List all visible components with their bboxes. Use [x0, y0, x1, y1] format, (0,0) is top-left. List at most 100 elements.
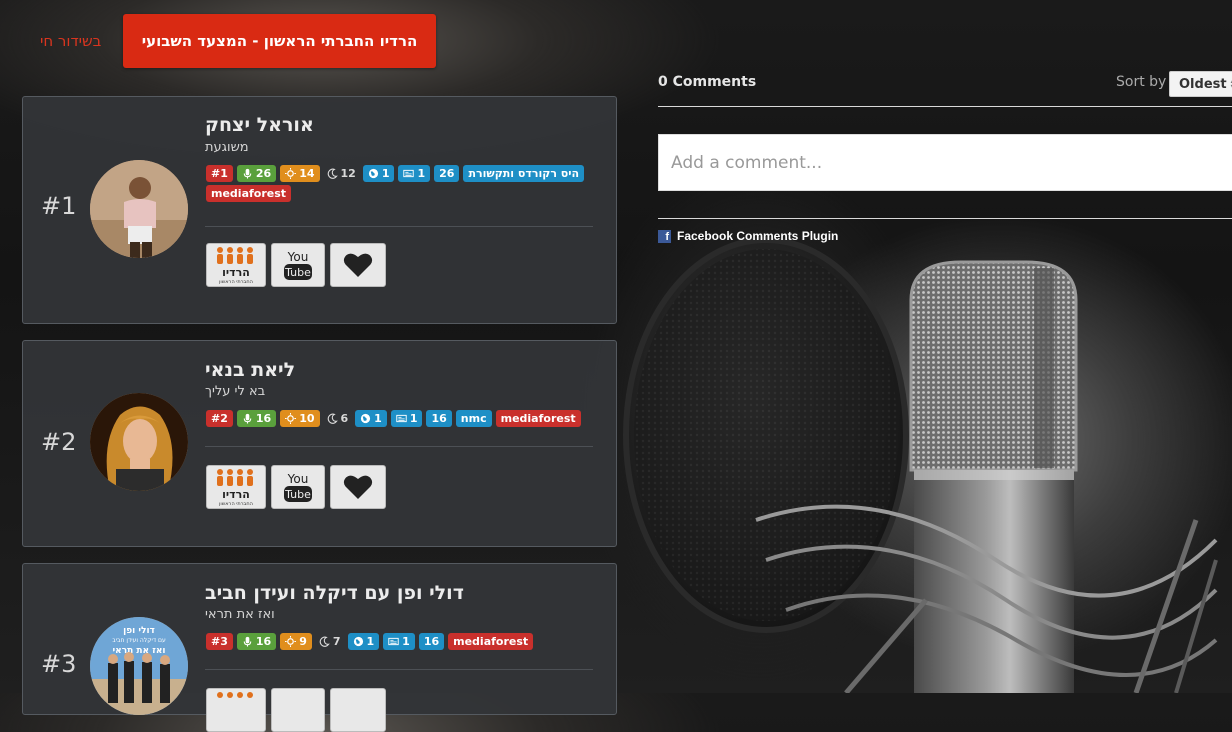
youtube-button[interactable]: You Tube — [271, 465, 325, 509]
news-count: 1 — [409, 412, 418, 425]
song-title: אוראל יצחק — [205, 114, 314, 136]
mic-count: 16 — [255, 635, 272, 648]
weekly-chart-button[interactable]: הרדיו החברתי הראשון - המצעד השבועי — [123, 14, 436, 68]
facebook-plugin-link[interactable]: f Facebook Comments Plugin — [658, 229, 838, 243]
card-divider — [205, 226, 593, 227]
facebook-plugin-label: Facebook Comments Plugin — [677, 229, 839, 243]
sort-select[interactable]: Oldest ▲▼ — [1169, 71, 1232, 97]
news-count: 1 — [417, 167, 426, 180]
moon-badge: 12 — [324, 165, 359, 182]
position-badge: #2 — [206, 410, 233, 427]
position-badge: #1 — [206, 165, 233, 182]
song-title: דולי ופן עם דיקלה ועידן חביב — [205, 582, 464, 604]
globe-badge: 1 — [347, 633, 380, 650]
globe-icon — [368, 168, 378, 179]
svg-text:החברתי הראשון: החברתי הראשון — [219, 279, 253, 285]
svg-text:דולי ופן: דולי ופן — [123, 626, 155, 636]
microphone-icon — [243, 636, 252, 647]
position-badge: #3 — [206, 633, 233, 650]
label-badge: היס רקורדס ותקשורת — [463, 165, 585, 182]
sort-value: Oldest — [1179, 76, 1227, 92]
news-icon — [388, 637, 399, 646]
svg-text:החברתי הראשון: החברתי הראשון — [219, 501, 253, 507]
card-actions: הרדיו החברתי הראשון You Tube — [206, 465, 386, 509]
sun-badge: 14 — [280, 165, 320, 182]
facebook-icon: f — [658, 229, 671, 243]
radio-logo-button[interactable]: הרדיו החברתי הראשון — [206, 243, 266, 287]
comments-divider — [658, 106, 1232, 107]
chart-rank: #3 — [41, 650, 77, 678]
microphone-icon — [243, 168, 252, 179]
artist-avatar — [90, 160, 188, 258]
comments-divider — [658, 218, 1232, 219]
svg-text:הרדיו: הרדיו — [222, 488, 250, 501]
stats-badges: #1 26 14 12 1 1 26 היס רקורדס ותקשורת me… — [206, 165, 586, 202]
mic-count: 26 — [255, 167, 272, 180]
news-badge: 1 — [390, 410, 423, 427]
stats-badges: #2 16 10 6 1 1 16 nmc mediaforest — [206, 410, 586, 427]
comments-count: 0 Comments — [658, 74, 757, 90]
radio-logo-button[interactable]: הרדיו החברתי הראשון — [206, 465, 266, 509]
like-button[interactable] — [330, 688, 386, 732]
stats-badges: #3 16 9 7 1 1 16 mediaforest — [206, 633, 586, 650]
artist-avatar — [90, 393, 188, 491]
mediaforest-badge: mediaforest — [206, 185, 292, 202]
song-title: ליאת בנאי — [205, 359, 296, 381]
moon-count: 7 — [332, 635, 341, 648]
radio-logo-icon: הרדיו החברתי הראשון — [217, 247, 253, 285]
chart-card-1: #1 אוראל יצחק משוגעת #1 26 14 12 1 1 26 … — [22, 96, 617, 324]
chart-card-3: #3 דולי ופן עם דיקלה ועידן חביב ואז את ת… — [22, 563, 617, 732]
youtube-icon: You Tube — [284, 250, 312, 280]
news-icon — [403, 169, 415, 178]
mic-badge: 26 — [236, 165, 277, 182]
globe-badge: 1 — [355, 410, 387, 427]
globe-icon — [361, 413, 371, 424]
mediaforest-badge: mediaforest — [495, 410, 581, 427]
card-actions — [206, 688, 386, 732]
live-broadcast-link[interactable]: בשידור חי — [40, 32, 101, 50]
song-subtitle: משוגעת — [205, 140, 249, 155]
sort-label: Sort by — [1116, 74, 1167, 90]
like-button[interactable] — [330, 243, 386, 287]
globe-badge: 1 — [362, 165, 395, 182]
sun-icon — [285, 413, 297, 424]
heart-icon — [343, 253, 373, 277]
moon-icon — [327, 413, 338, 424]
heart-icon — [343, 475, 373, 499]
moon-badge: 6 — [324, 410, 352, 427]
news-icon — [396, 414, 407, 423]
svg-text:Tube: Tube — [284, 266, 311, 279]
chart-rank: #1 — [41, 192, 77, 220]
plays-badge: 16 — [418, 633, 445, 650]
sun-badge: 10 — [280, 410, 320, 427]
album-cover: דולי ופן עם דיקלה ועידן חביב ואז את תראי — [90, 617, 188, 715]
svg-text:Tube: Tube — [284, 488, 311, 501]
moon-count: 12 — [340, 167, 356, 180]
mic-count: 16 — [255, 412, 272, 425]
radio-logo-icon: הרדיו החברתי הראשון — [217, 469, 253, 507]
mediaforest-badge: mediaforest — [448, 633, 534, 650]
sun-badge: 9 — [280, 633, 312, 650]
moon-icon — [327, 168, 338, 179]
youtube-button[interactable]: You Tube — [271, 243, 325, 287]
card-actions: הרדיו החברתי הראשון You Tube — [206, 243, 386, 287]
youtube-button[interactable] — [271, 688, 325, 732]
moon-count: 6 — [340, 412, 349, 425]
chart-rank: #2 — [41, 428, 77, 456]
card-divider — [205, 669, 593, 670]
svg-text:You: You — [287, 250, 309, 264]
radio-logo-button[interactable] — [206, 688, 266, 732]
svg-text:הרדיו: הרדיו — [222, 266, 250, 279]
chart-card-2: #2 ליאת בנאי בא לי עליך #2 16 10 6 1 1 1… — [22, 340, 617, 547]
like-button[interactable] — [330, 465, 386, 509]
globe-icon — [353, 636, 363, 647]
news-badge: 1 — [398, 165, 431, 182]
plays-badge: 26 — [434, 165, 460, 182]
plays-badge: 16 — [426, 410, 452, 427]
mic-badge: 16 — [236, 633, 277, 650]
globe-count: 1 — [374, 412, 382, 425]
sun-count: 10 — [299, 412, 315, 425]
radio-logo-icon — [217, 692, 253, 698]
sun-icon — [285, 168, 297, 179]
comment-input[interactable]: Add a comment... — [658, 134, 1232, 191]
